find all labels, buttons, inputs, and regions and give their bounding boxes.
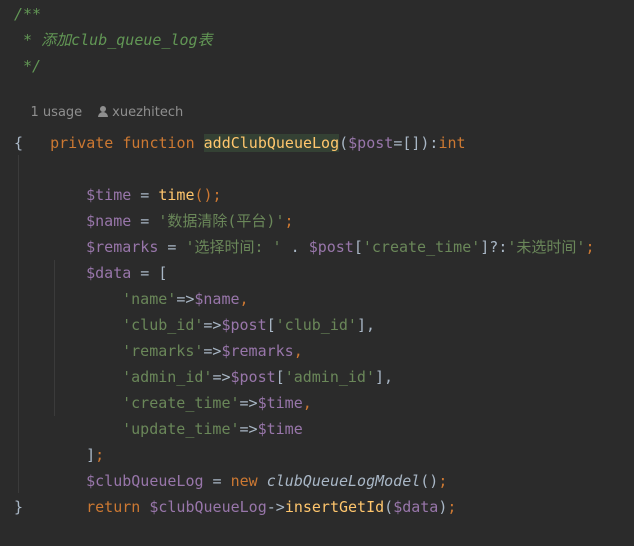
array-item: 'update_time'=>$time	[122, 420, 303, 438]
array-item: 'name'=>$name,	[122, 290, 249, 308]
code-vision-hints: 1 usage xuezhitech	[14, 80, 184, 120]
return-type: int	[438, 134, 466, 152]
keyword-private: private	[50, 134, 114, 152]
code-line-name: $name = '数据清除(平台)';	[86, 212, 294, 230]
code-line-new: $clubQueueLog = new clubQueueLogModel();	[86, 472, 448, 490]
doc-comment-text: * 添加club_queue_log表	[14, 31, 213, 49]
code-line-return: return $clubQueueLog->insertGetId($data)…	[86, 498, 457, 516]
array-item: 'admin_id'=>$post['admin_id'],	[122, 368, 394, 386]
keyword-function: function	[122, 134, 195, 152]
code-editor[interactable]: /** * 添加club_queue_log表 */ 1 usage xuezhi…	[0, 0, 634, 520]
function-signature: private function addClubQueueLog($post=[…	[50, 134, 466, 152]
array-item: 'club_id'=>$post['club_id'],	[122, 316, 375, 334]
function-name[interactable]: addClubQueueLog	[203, 134, 340, 152]
array-item: 'remarks'=>$remarks,	[122, 342, 303, 360]
doc-comment-open: /**	[14, 5, 42, 23]
brace-close: }	[14, 498, 24, 516]
array-item: 'create_time'=>$time,	[122, 394, 312, 412]
doc-comment-close: */	[14, 57, 42, 75]
param-post: $post	[348, 134, 394, 152]
code-line-remarks: $remarks = '选择时间: ' . $post['create_time…	[86, 238, 595, 256]
brace-open: {	[14, 134, 24, 152]
code-line-data-open: $data = [	[86, 264, 168, 282]
code-line-time: $time = time();	[86, 186, 222, 204]
code-line-data-close: ];	[86, 446, 105, 464]
